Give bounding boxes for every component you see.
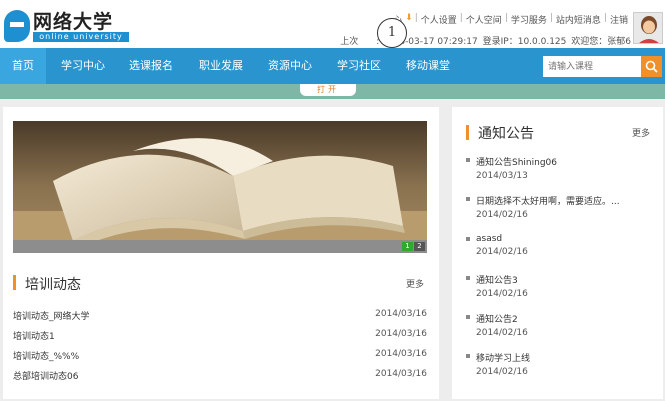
training-item[interactable]: 培训动态1 2014/03/16 — [13, 329, 427, 342]
login-ip: 10.0.0.125 — [517, 37, 567, 47]
top-link-personal-settings[interactable]: 个人设置 — [418, 13, 460, 26]
training-item[interactable]: 培训动态_%%% 2014/03/16 — [13, 349, 427, 362]
banner-pager: 1 2 — [402, 242, 425, 251]
notice-item[interactable]: 日期选择不太好用啊，需要适应。... 2014/02/16 — [466, 194, 656, 220]
site-logo[interactable]: 网络大学 online university — [4, 8, 130, 44]
welcome-text: 欢迎您：张郁6 — [571, 37, 631, 47]
banner-page-2[interactable]: 2 — [414, 242, 425, 251]
course-search-input[interactable] — [543, 56, 641, 77]
logo-chinese-text: 网络大学 — [33, 11, 114, 33]
top-link-learning-service[interactable]: 学习服务 — [508, 13, 550, 26]
left-panel: 1 2 培训动态 更多 培训动态_网络大学 2014/03/16 培训动态1 2… — [3, 107, 439, 399]
login-ip-label: 登录IP： — [482, 37, 518, 47]
last-login-label: 上次 — [340, 37, 359, 47]
notice-title-bar — [466, 125, 469, 140]
notice-item[interactable]: 移动学习上线 2014/02/16 — [466, 351, 656, 377]
training-item[interactable]: 培训动态_网络大学 2014/03/16 — [13, 309, 427, 322]
main-nav: 首页 学习中心 选课报名 职业发展 资源中心 学习社区 移动课堂 — [0, 48, 665, 84]
nav-learning-center[interactable]: 学习中心 — [61, 48, 105, 84]
notice-item[interactable]: 通知公告3 2014/02/16 — [466, 273, 656, 299]
top-link-logout[interactable]: 注销 — [607, 13, 631, 26]
notice-item[interactable]: asasd 2014/02/16 — [466, 234, 656, 257]
banner-slideshow[interactable]: 1 2 — [13, 121, 427, 253]
banner-page-1[interactable]: 1 — [402, 242, 413, 251]
avatar[interactable] — [633, 12, 663, 44]
nav-resource-center[interactable]: 资源中心 — [268, 48, 312, 84]
nav-course-registration[interactable]: 选课报名 — [129, 48, 173, 84]
nav-learning-community[interactable]: 学习社区 — [337, 48, 381, 84]
search-button[interactable] — [641, 56, 662, 77]
top-links: 心 ⬇ | 个人设置 | 个人空间 | 学习服务 | 站内短消息 | 注销 — [390, 13, 631, 26]
nav-career-development[interactable]: 职业发展 — [199, 48, 243, 84]
logo-mark-icon — [4, 10, 30, 42]
training-title: 培训动态 — [25, 277, 81, 293]
notice-more-link[interactable]: 更多 — [632, 126, 650, 139]
notice-title: 通知公告 — [478, 126, 534, 142]
training-title-bar — [13, 275, 16, 290]
logo-english-text: online university — [33, 32, 129, 42]
header: 网络大学 online university 心 ⬇ | 个人设置 | 个人空间… — [0, 0, 665, 48]
training-more-link[interactable]: 更多 — [406, 277, 424, 290]
open-toggle-tab[interactable]: 打开 — [300, 84, 356, 96]
search-icon — [645, 60, 658, 73]
right-panel: 通知公告 更多 通知公告Shining06 2014/03/13 日期选择不太好… — [452, 107, 663, 399]
notice-item[interactable]: 通知公告2 2014/02/16 — [466, 312, 656, 338]
notice-item[interactable]: 通知公告Shining06 2014/03/13 — [466, 155, 656, 181]
open-book-image — [13, 121, 427, 253]
top-link-messages[interactable]: 站内短消息 — [553, 13, 604, 26]
last-login-time: : 2014-03-17 07:29:17 — [376, 37, 478, 47]
training-item[interactable]: 总部培训动态06 2014/03/16 — [13, 369, 427, 382]
nav-home[interactable]: 首页 — [0, 48, 46, 84]
callout-marker: 1 — [377, 18, 407, 48]
nav-mobile-classroom[interactable]: 移动课堂 — [406, 48, 450, 84]
down-arrow-icon[interactable]: ⬇ — [405, 13, 415, 26]
avatar-person-icon — [634, 13, 662, 43]
top-link-personal-space[interactable]: 个人空间 — [463, 13, 505, 26]
